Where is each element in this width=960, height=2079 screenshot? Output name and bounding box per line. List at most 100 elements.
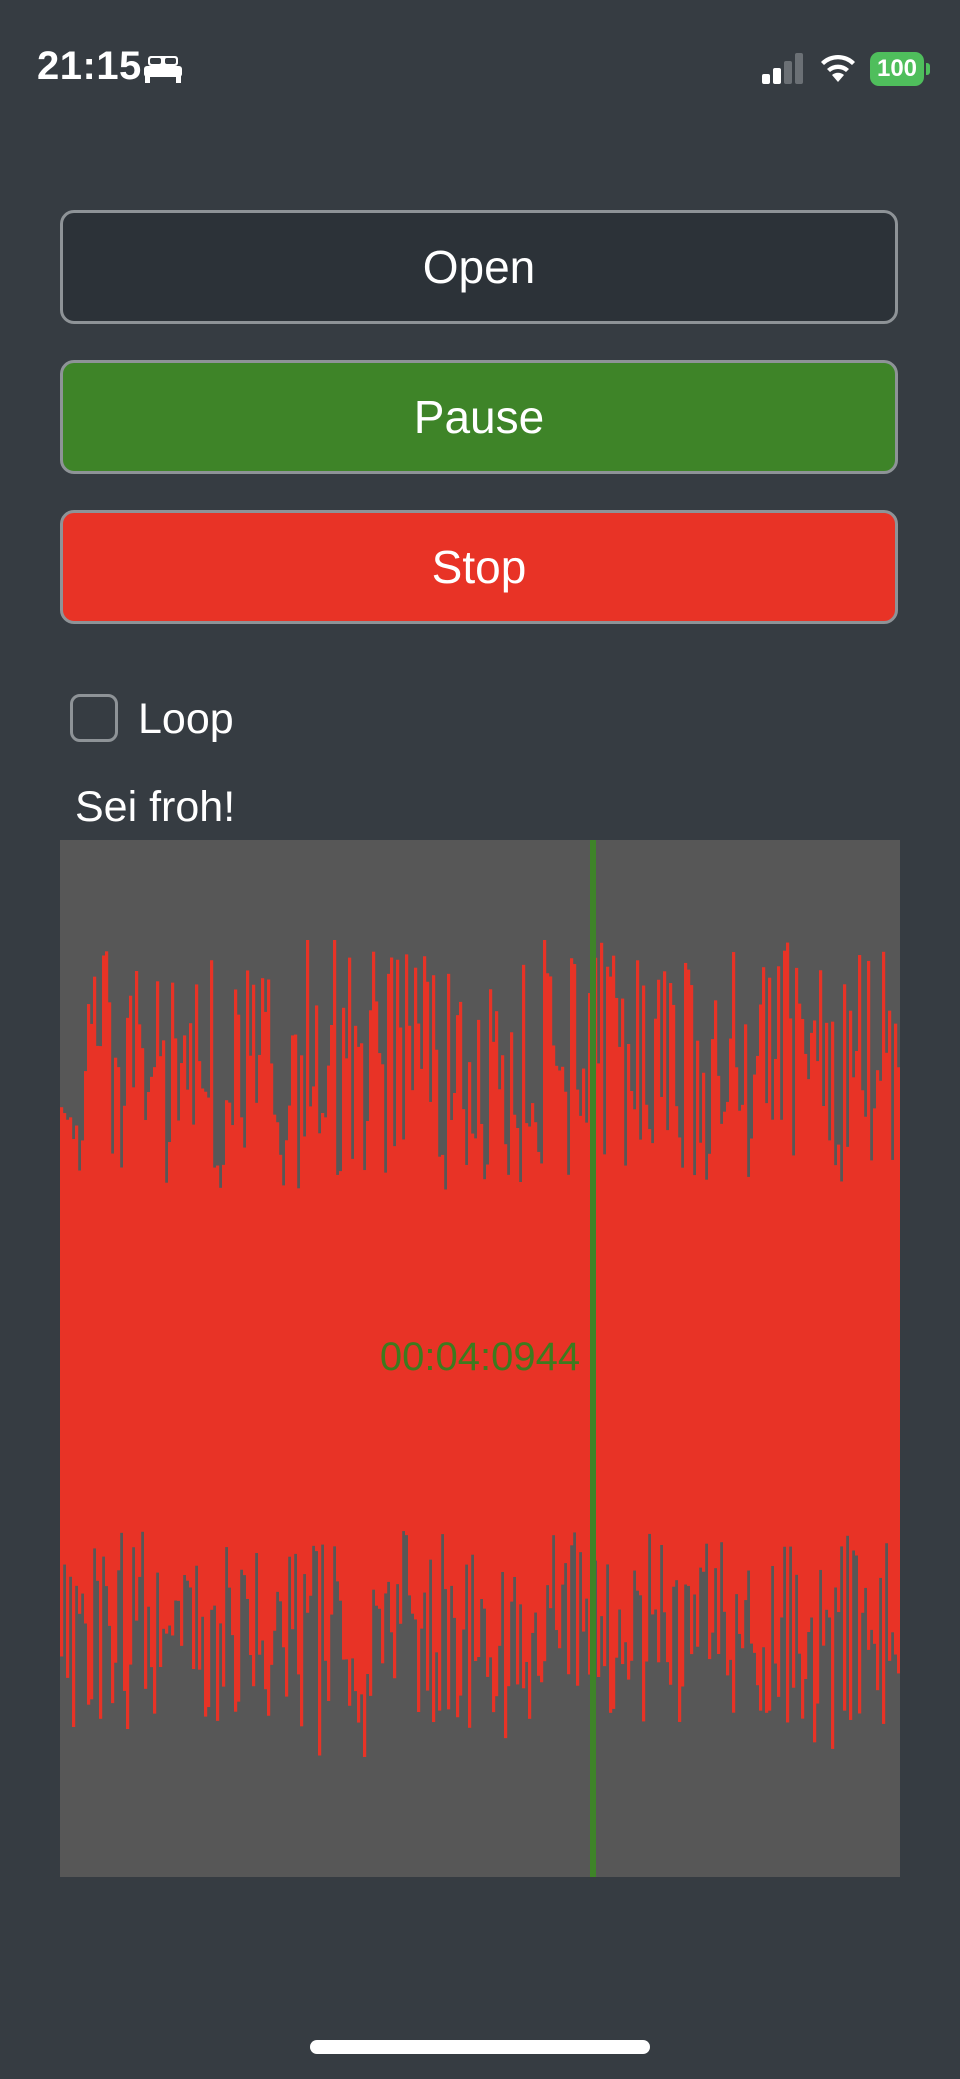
waveform-bar	[684, 962, 688, 1585]
stop-button[interactable]: Stop	[60, 510, 898, 624]
waveform-bar	[663, 971, 667, 1613]
waveform-bar	[93, 976, 97, 1549]
waveform-bar	[390, 957, 394, 1633]
waveform-bar	[750, 1138, 754, 1644]
waveform-bar	[606, 966, 610, 1565]
waveform-bar	[423, 956, 427, 1593]
waveform-bar	[636, 960, 640, 1591]
waveform-bar	[525, 1123, 529, 1662]
waveform-bar	[414, 967, 418, 1620]
waveform-bar	[378, 1053, 382, 1609]
waveform-bar	[510, 1032, 514, 1602]
home-indicator[interactable]	[310, 2040, 650, 2054]
waveform-bar	[408, 1025, 412, 1596]
waveform-bar	[792, 1155, 796, 1688]
waveform-bar	[657, 979, 661, 1663]
wifi-icon	[818, 50, 858, 84]
playback-timecode: 00:04:0944	[379, 1335, 581, 1379]
waveform-bar	[282, 1185, 286, 1648]
waveform-bar	[810, 1032, 814, 1618]
waveform-bar	[549, 976, 553, 1609]
waveform-bar	[573, 964, 577, 1533]
waveform-bar	[372, 951, 376, 1590]
waveform-bar	[678, 1137, 682, 1722]
waveform-bar	[762, 967, 766, 1648]
waveform-bar	[141, 1048, 145, 1532]
waveform-bar	[396, 959, 400, 1585]
app-screen: 21:15 100 Open Pause Stop Loop Sei froh!…	[0, 0, 960, 2079]
waveform-bar	[327, 1065, 331, 1701]
waveform-bar	[261, 978, 265, 1641]
waveform-bar	[543, 940, 547, 1662]
waveform-bar	[765, 1103, 769, 1713]
waveform-bar	[672, 1004, 676, 1587]
waveform-bar	[183, 1035, 187, 1576]
waveform-bar	[117, 1067, 121, 1571]
cellular-signal-icon	[760, 52, 806, 84]
waveform-bar	[207, 1097, 211, 1708]
waveform-bar	[666, 1130, 670, 1663]
waveform-bar	[726, 1101, 730, 1676]
waveform-bar	[363, 1170, 367, 1757]
waveform-bar	[603, 1154, 607, 1667]
waveform-bar	[366, 1120, 370, 1675]
waveform-bar	[138, 1024, 142, 1577]
waveform-bar	[192, 1124, 196, 1670]
waveform-bar	[852, 1077, 856, 1551]
waveform-bar	[318, 1133, 322, 1756]
waveform-bar	[891, 1159, 895, 1633]
waveform-bar	[108, 1002, 112, 1626]
waveform-bar	[315, 1005, 319, 1552]
waveform-bar	[105, 951, 109, 1587]
waveform-bar	[522, 964, 526, 1689]
waveform-bar	[255, 1102, 259, 1554]
loop-label: Loop	[138, 695, 234, 743]
waveform-bar	[210, 960, 214, 1610]
waveform-bar	[132, 1087, 136, 1548]
open-button[interactable]: Open	[60, 210, 898, 324]
waveform-bar	[216, 1165, 220, 1721]
pause-button[interactable]: Pause	[60, 360, 898, 474]
waveform-bar	[246, 970, 250, 1599]
waveform-bar	[660, 1096, 664, 1545]
waveform-bar	[333, 940, 337, 1547]
waveform-bar	[312, 1086, 316, 1546]
waveform-bar	[324, 1117, 328, 1661]
waveform-bar	[489, 989, 493, 1658]
waveform-bar	[519, 1181, 523, 1605]
waveform-bar	[222, 1164, 226, 1687]
waveform-bar	[645, 1104, 649, 1662]
loop-checkbox[interactable]	[70, 694, 118, 742]
waveform-bar	[567, 1174, 571, 1675]
waveform-bar	[789, 1018, 793, 1547]
waveform-bar	[600, 942, 604, 1617]
status-time: 21:15	[37, 44, 142, 88]
waveform-bar	[429, 1101, 433, 1560]
waveform-bar	[219, 1187, 223, 1624]
waveform-bar	[195, 984, 199, 1566]
waveform-bar	[618, 1046, 622, 1610]
waveform-bar	[798, 1003, 802, 1654]
waveform-bar	[690, 985, 694, 1655]
waveform-bar	[507, 1174, 511, 1687]
waveform-bar	[102, 955, 106, 1557]
waveform-bar	[819, 970, 823, 1570]
waveform-bar	[501, 1055, 505, 1572]
waveform-bar	[561, 1066, 565, 1585]
battery-icon: 100	[870, 52, 930, 86]
waveform-bar	[330, 1024, 334, 1615]
waveform-bar	[225, 1100, 229, 1548]
waveform-bar	[825, 1022, 829, 1610]
waveform-bar	[444, 1189, 448, 1590]
waveform-view[interactable]: 00:04:0944	[60, 840, 900, 1877]
waveform-bar	[384, 1172, 388, 1594]
waveform-bar	[714, 1000, 718, 1569]
bed-icon	[142, 54, 184, 84]
waveform-bar	[78, 1170, 82, 1614]
waveform-bar	[174, 1038, 178, 1601]
waveform-bar	[438, 1156, 442, 1711]
waveform-bar	[123, 1105, 127, 1691]
waveform-bar	[66, 1119, 70, 1678]
waveform-bar	[204, 1091, 208, 1717]
waveform-bar	[483, 1179, 487, 1609]
